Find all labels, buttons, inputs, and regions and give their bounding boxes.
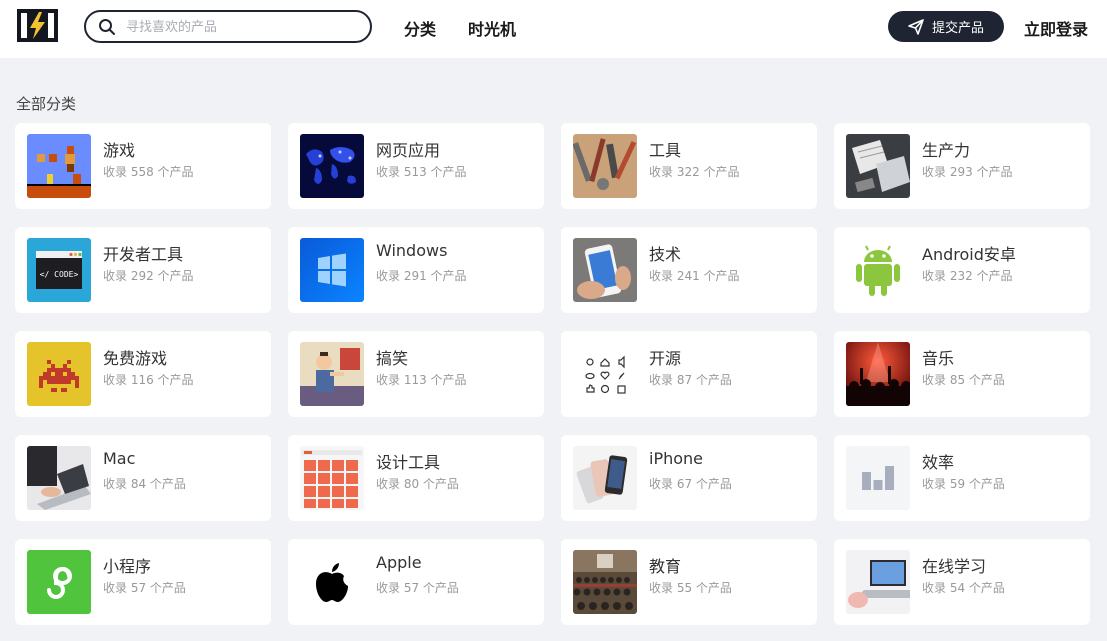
category-name: Apple bbox=[376, 553, 422, 572]
category-card[interactable]: 搞笑 收录 113 个产品 bbox=[288, 331, 544, 417]
category-name: 游戏 bbox=[103, 141, 136, 160]
category-card[interactable]: iPhone 收录 67 个产品 bbox=[561, 435, 817, 521]
category-name: Mac bbox=[103, 449, 136, 468]
android-robot-thumbnail bbox=[846, 238, 910, 302]
windows-logo-thumbnail bbox=[300, 238, 364, 302]
nav-time-machine[interactable]: 时光机 bbox=[468, 16, 516, 40]
category-grid: 游戏 收录 558 个产品 网页应用 收录 513 个产品 工具 收录 322 … bbox=[15, 123, 1090, 625]
submit-product-label: 提交产品 bbox=[931, 21, 984, 36]
category-name: Android安卓 bbox=[922, 245, 1016, 264]
phone-in-hand-thumbnail bbox=[573, 238, 637, 302]
category-card[interactable]: 工具 收录 322 个产品 bbox=[561, 123, 817, 209]
category-name: iPhone bbox=[649, 449, 704, 468]
lecture-hall-thumbnail bbox=[573, 550, 637, 614]
category-count: 收录 232 个产品 bbox=[922, 269, 1013, 283]
category-count: 收录 84 个产品 bbox=[103, 477, 186, 491]
svg-text:</ CODE>: </ CODE> bbox=[40, 270, 79, 279]
submit-product-button[interactable]: 提交产品 bbox=[888, 11, 1004, 42]
category-name: 技术 bbox=[649, 245, 682, 264]
nav-categories[interactable]: 分类 bbox=[404, 16, 436, 40]
category-card[interactable]: 设计工具 收录 80 个产品 bbox=[288, 435, 544, 521]
category-card[interactable]: Apple 收录 57 个产品 bbox=[288, 539, 544, 625]
category-card[interactable]: 教育 收录 55 个产品 bbox=[561, 539, 817, 625]
category-card[interactable]: 生产力 收录 293 个产品 bbox=[834, 123, 1090, 209]
code-window-thumbnail: </ CODE> bbox=[27, 238, 91, 302]
category-card[interactable]: Android安卓 收录 232 个产品 bbox=[834, 227, 1090, 313]
category-card[interactable]: 音乐 收录 85 个产品 bbox=[834, 331, 1090, 417]
top-header: 分类 时光机 提交产品 立即登录 bbox=[0, 0, 1107, 58]
section-title: 全部分类 bbox=[16, 95, 77, 113]
search-input[interactable] bbox=[126, 16, 356, 38]
tools-thumbnail bbox=[573, 134, 637, 198]
category-count: 收录 292 个产品 bbox=[103, 269, 194, 283]
category-name: 效率 bbox=[922, 453, 955, 472]
category-name: 搞笑 bbox=[376, 349, 409, 368]
iphones-thumbnail bbox=[573, 446, 637, 510]
category-card[interactable]: 开源 收录 87 个产品 bbox=[561, 331, 817, 417]
category-name: 音乐 bbox=[922, 349, 955, 368]
category-card[interactable]: 效率 收录 59 个产品 bbox=[834, 435, 1090, 521]
mario-game-thumbnail bbox=[27, 134, 91, 198]
category-card[interactable]: 免费游戏 收录 116 个产品 bbox=[15, 331, 271, 417]
category-name: 在线学习 bbox=[922, 557, 987, 576]
icon-set-thumbnail bbox=[573, 342, 637, 406]
category-name: 工具 bbox=[649, 141, 682, 160]
category-count: 收录 293 个产品 bbox=[922, 165, 1013, 179]
category-count: 收录 513 个产品 bbox=[376, 165, 467, 179]
bar-chart-thumbnail bbox=[846, 446, 910, 510]
cartoon-thumbnail bbox=[300, 342, 364, 406]
design-grid-thumbnail bbox=[300, 446, 364, 510]
category-count: 收录 80 个产品 bbox=[376, 477, 459, 491]
category-name: 免费游戏 bbox=[103, 349, 168, 368]
search-box[interactable] bbox=[84, 10, 372, 43]
category-card[interactable]: 小程序 收录 57 个产品 bbox=[15, 539, 271, 625]
category-count: 收录 57 个产品 bbox=[103, 581, 186, 595]
category-count: 收录 241 个产品 bbox=[649, 269, 740, 283]
pixel-invader-thumbnail bbox=[27, 342, 91, 406]
search-icon bbox=[98, 18, 116, 36]
category-card[interactable]: 网页应用 收录 513 个产品 bbox=[288, 123, 544, 209]
category-count: 收录 57 个产品 bbox=[376, 581, 459, 595]
category-card[interactable]: Mac 收录 84 个产品 bbox=[15, 435, 271, 521]
category-count: 收录 116 个产品 bbox=[103, 373, 194, 387]
site-logo[interactable] bbox=[17, 9, 58, 42]
category-count: 收录 322 个产品 bbox=[649, 165, 740, 179]
apple-logo-thumbnail bbox=[300, 550, 364, 614]
concert-thumbnail bbox=[846, 342, 910, 406]
world-map-thumbnail bbox=[300, 134, 364, 198]
category-count: 收录 113 个产品 bbox=[376, 373, 467, 387]
category-name: 开源 bbox=[649, 349, 682, 368]
category-card[interactable]: 游戏 收录 558 个产品 bbox=[15, 123, 271, 209]
category-name: 生产力 bbox=[922, 141, 971, 160]
category-card[interactable]: 在线学习 收录 54 个产品 bbox=[834, 539, 1090, 625]
category-count: 收录 85 个产品 bbox=[922, 373, 1005, 387]
online-learning-thumbnail bbox=[846, 550, 910, 614]
category-count: 收录 67 个产品 bbox=[649, 477, 732, 491]
category-count: 收录 59 个产品 bbox=[922, 477, 1005, 491]
mini-program-thumbnail bbox=[27, 550, 91, 614]
category-name: Windows bbox=[376, 241, 448, 260]
desk-thumbnail bbox=[846, 134, 910, 198]
laptop-typing-thumbnail bbox=[27, 446, 91, 510]
category-name: 开发者工具 bbox=[103, 245, 184, 264]
category-count: 收录 54 个产品 bbox=[922, 581, 1005, 595]
category-name: 教育 bbox=[649, 557, 682, 576]
category-name: 设计工具 bbox=[376, 453, 441, 472]
login-link[interactable]: 立即登录 bbox=[1024, 16, 1088, 40]
category-count: 收录 87 个产品 bbox=[649, 373, 732, 387]
category-count: 收录 55 个产品 bbox=[649, 581, 732, 595]
category-name: 小程序 bbox=[103, 557, 152, 576]
category-card[interactable]: 技术 收录 241 个产品 bbox=[561, 227, 817, 313]
category-count: 收录 291 个产品 bbox=[376, 269, 467, 283]
category-name: 网页应用 bbox=[376, 141, 441, 160]
category-count: 收录 558 个产品 bbox=[103, 165, 194, 179]
category-card[interactable]: Windows 收录 291 个产品 bbox=[288, 227, 544, 313]
category-card[interactable]: </ CODE> 开发者工具 收录 292 个产品 bbox=[15, 227, 271, 313]
send-icon bbox=[908, 18, 924, 35]
